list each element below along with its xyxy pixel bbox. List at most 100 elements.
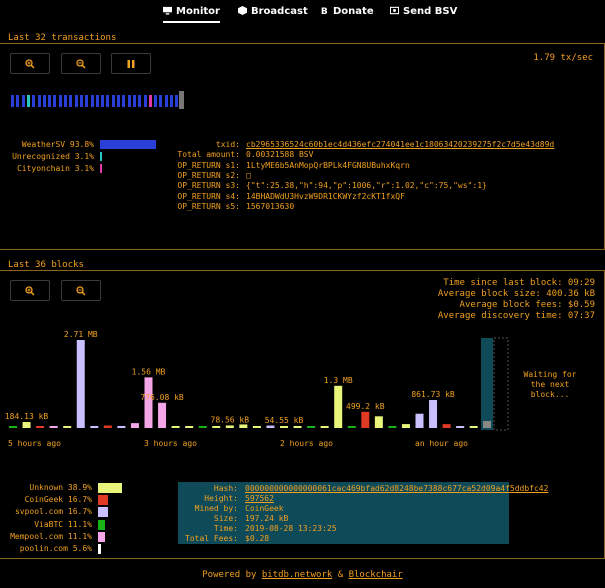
nav-broadcast[interactable]: Broadcast bbox=[238, 4, 308, 21]
miner-legend-label: svpool.com 16.7% bbox=[14, 507, 92, 517]
block-bar[interactable] bbox=[293, 426, 302, 428]
block-info-value: 197.24 kB bbox=[245, 514, 289, 523]
block-bar[interactable] bbox=[374, 416, 383, 428]
block-bar[interactable] bbox=[212, 426, 221, 428]
tx-block[interactable] bbox=[37, 95, 41, 107]
block-bar[interactable] bbox=[307, 426, 316, 428]
block-bar[interactable] bbox=[198, 426, 207, 428]
nav-donate[interactable]: B Donate bbox=[320, 4, 374, 21]
bar-data-label: 499.2 kB bbox=[346, 402, 385, 411]
block-info-value: $0.28 bbox=[245, 534, 270, 543]
bar-data-label: 184.13 kB bbox=[5, 412, 49, 421]
tx-block[interactable] bbox=[26, 95, 30, 107]
tx-block[interactable] bbox=[69, 95, 73, 107]
footer-link-blockchair[interactable]: Blockchair bbox=[349, 570, 403, 580]
tx-block[interactable] bbox=[175, 95, 179, 107]
block-bar[interactable] bbox=[347, 426, 356, 428]
tx-block[interactable] bbox=[111, 95, 115, 107]
tx-block[interactable] bbox=[138, 95, 142, 107]
block-bar[interactable] bbox=[429, 400, 438, 428]
tx-block[interactable] bbox=[122, 95, 126, 107]
tx-block[interactable] bbox=[21, 95, 25, 107]
block-bar[interactable] bbox=[401, 424, 410, 428]
block-bar[interactable] bbox=[22, 422, 31, 428]
tx-legend-label: WeatherSV 93.8% bbox=[21, 140, 94, 149]
tx-block[interactable] bbox=[117, 95, 120, 107]
block-bar[interactable] bbox=[9, 426, 17, 428]
tx-block[interactable] bbox=[148, 95, 152, 107]
block-bar[interactable] bbox=[63, 426, 72, 428]
tx-block[interactable] bbox=[159, 95, 163, 107]
block-bar[interactable] bbox=[239, 424, 248, 428]
block-bar[interactable] bbox=[225, 425, 234, 428]
txid-link[interactable]: cb2965336524c60b1ec4d436efc274041ee1c180… bbox=[246, 140, 554, 149]
nav-send-bsv[interactable]: Send BSV bbox=[390, 4, 457, 21]
block-info-link[interactable]: 000000000000000061cac469bfad62d8248be738… bbox=[245, 484, 548, 493]
block-info-key: Size: bbox=[213, 514, 238, 523]
blocks-zoom-out-button[interactable] bbox=[61, 280, 101, 301]
zoom-out-icon bbox=[76, 59, 86, 69]
tx-block[interactable] bbox=[127, 95, 131, 107]
footer-link-bitdb[interactable]: bitdb.network bbox=[262, 570, 332, 580]
tx-block[interactable] bbox=[48, 95, 52, 107]
x-tick-label: 3 hours ago bbox=[144, 439, 197, 448]
miner-legend-bar bbox=[98, 507, 109, 518]
block-bar[interactable] bbox=[442, 424, 451, 428]
tx-block[interactable] bbox=[79, 95, 83, 107]
tx-block[interactable] bbox=[164, 95, 168, 107]
block-info-key: Height: bbox=[204, 494, 238, 503]
tx-block[interactable] bbox=[85, 95, 89, 107]
zoom-in-button[interactable] bbox=[10, 53, 50, 74]
tx-block[interactable] bbox=[170, 95, 173, 107]
tx-block[interactable] bbox=[11, 95, 14, 107]
block-bar[interactable] bbox=[469, 426, 478, 428]
cube-icon bbox=[238, 6, 247, 15]
block-bar[interactable] bbox=[456, 426, 465, 428]
block-bar[interactable] bbox=[334, 385, 343, 428]
tx-block[interactable] bbox=[101, 95, 105, 107]
block-bar[interactable] bbox=[144, 377, 153, 428]
block-info-link[interactable]: 597562 bbox=[245, 494, 274, 503]
block-bar[interactable] bbox=[266, 425, 275, 428]
block-bar[interactable] bbox=[252, 426, 261, 428]
block-bar[interactable] bbox=[320, 426, 329, 428]
block-bar[interactable] bbox=[117, 425, 126, 428]
tx-block[interactable] bbox=[58, 95, 62, 107]
tx-block[interactable] bbox=[143, 95, 147, 107]
tx-block[interactable] bbox=[95, 95, 99, 107]
blocks-title: Last 36 blocks bbox=[8, 260, 84, 270]
tx-block[interactable] bbox=[106, 95, 110, 107]
block-bar[interactable] bbox=[76, 340, 85, 428]
bitcoin-icon: B bbox=[321, 7, 328, 15]
tx-block[interactable] bbox=[90, 95, 94, 107]
block-bar[interactable] bbox=[36, 426, 45, 428]
tx-block[interactable] bbox=[53, 95, 57, 107]
block-bar[interactable] bbox=[415, 413, 424, 428]
block-bar[interactable] bbox=[158, 402, 167, 428]
tx-block[interactable] bbox=[16, 95, 20, 107]
block-bar[interactable] bbox=[103, 425, 112, 428]
block-bar[interactable] bbox=[130, 423, 139, 428]
miner-legend-bar bbox=[98, 544, 102, 554]
tx-legend-label: Unrecognized 3.1% bbox=[12, 152, 94, 161]
nav-monitor[interactable]: Monitor bbox=[163, 4, 220, 23]
block-bar[interactable] bbox=[185, 426, 194, 428]
block-bar[interactable] bbox=[90, 426, 99, 428]
tx-block[interactable] bbox=[32, 95, 36, 107]
block-bar[interactable] bbox=[49, 426, 58, 428]
stat-avg-discovery: Average discovery time: 07:37 bbox=[437, 311, 595, 321]
pause-button[interactable] bbox=[111, 53, 151, 74]
tx-block[interactable] bbox=[74, 95, 78, 107]
tx-block[interactable] bbox=[64, 95, 67, 107]
block-bar[interactable] bbox=[171, 426, 180, 428]
block-bar[interactable] bbox=[388, 426, 397, 428]
blocks-bar-chart: 184.13 kB 2.71 MB 1.56 MB 776.08 kB 78.56 kB… bbox=[5, 330, 509, 431]
block-bar[interactable] bbox=[280, 426, 288, 428]
block-bar[interactable] bbox=[361, 411, 370, 428]
tx-block[interactable] bbox=[42, 95, 46, 107]
blocks-zoom-in-button[interactable] bbox=[10, 280, 50, 301]
tx-detail-key: OP_RETURN s1: bbox=[177, 160, 240, 170]
tx-block[interactable] bbox=[132, 95, 136, 107]
tx-block[interactable] bbox=[154, 95, 158, 107]
zoom-out-button[interactable] bbox=[61, 53, 101, 74]
